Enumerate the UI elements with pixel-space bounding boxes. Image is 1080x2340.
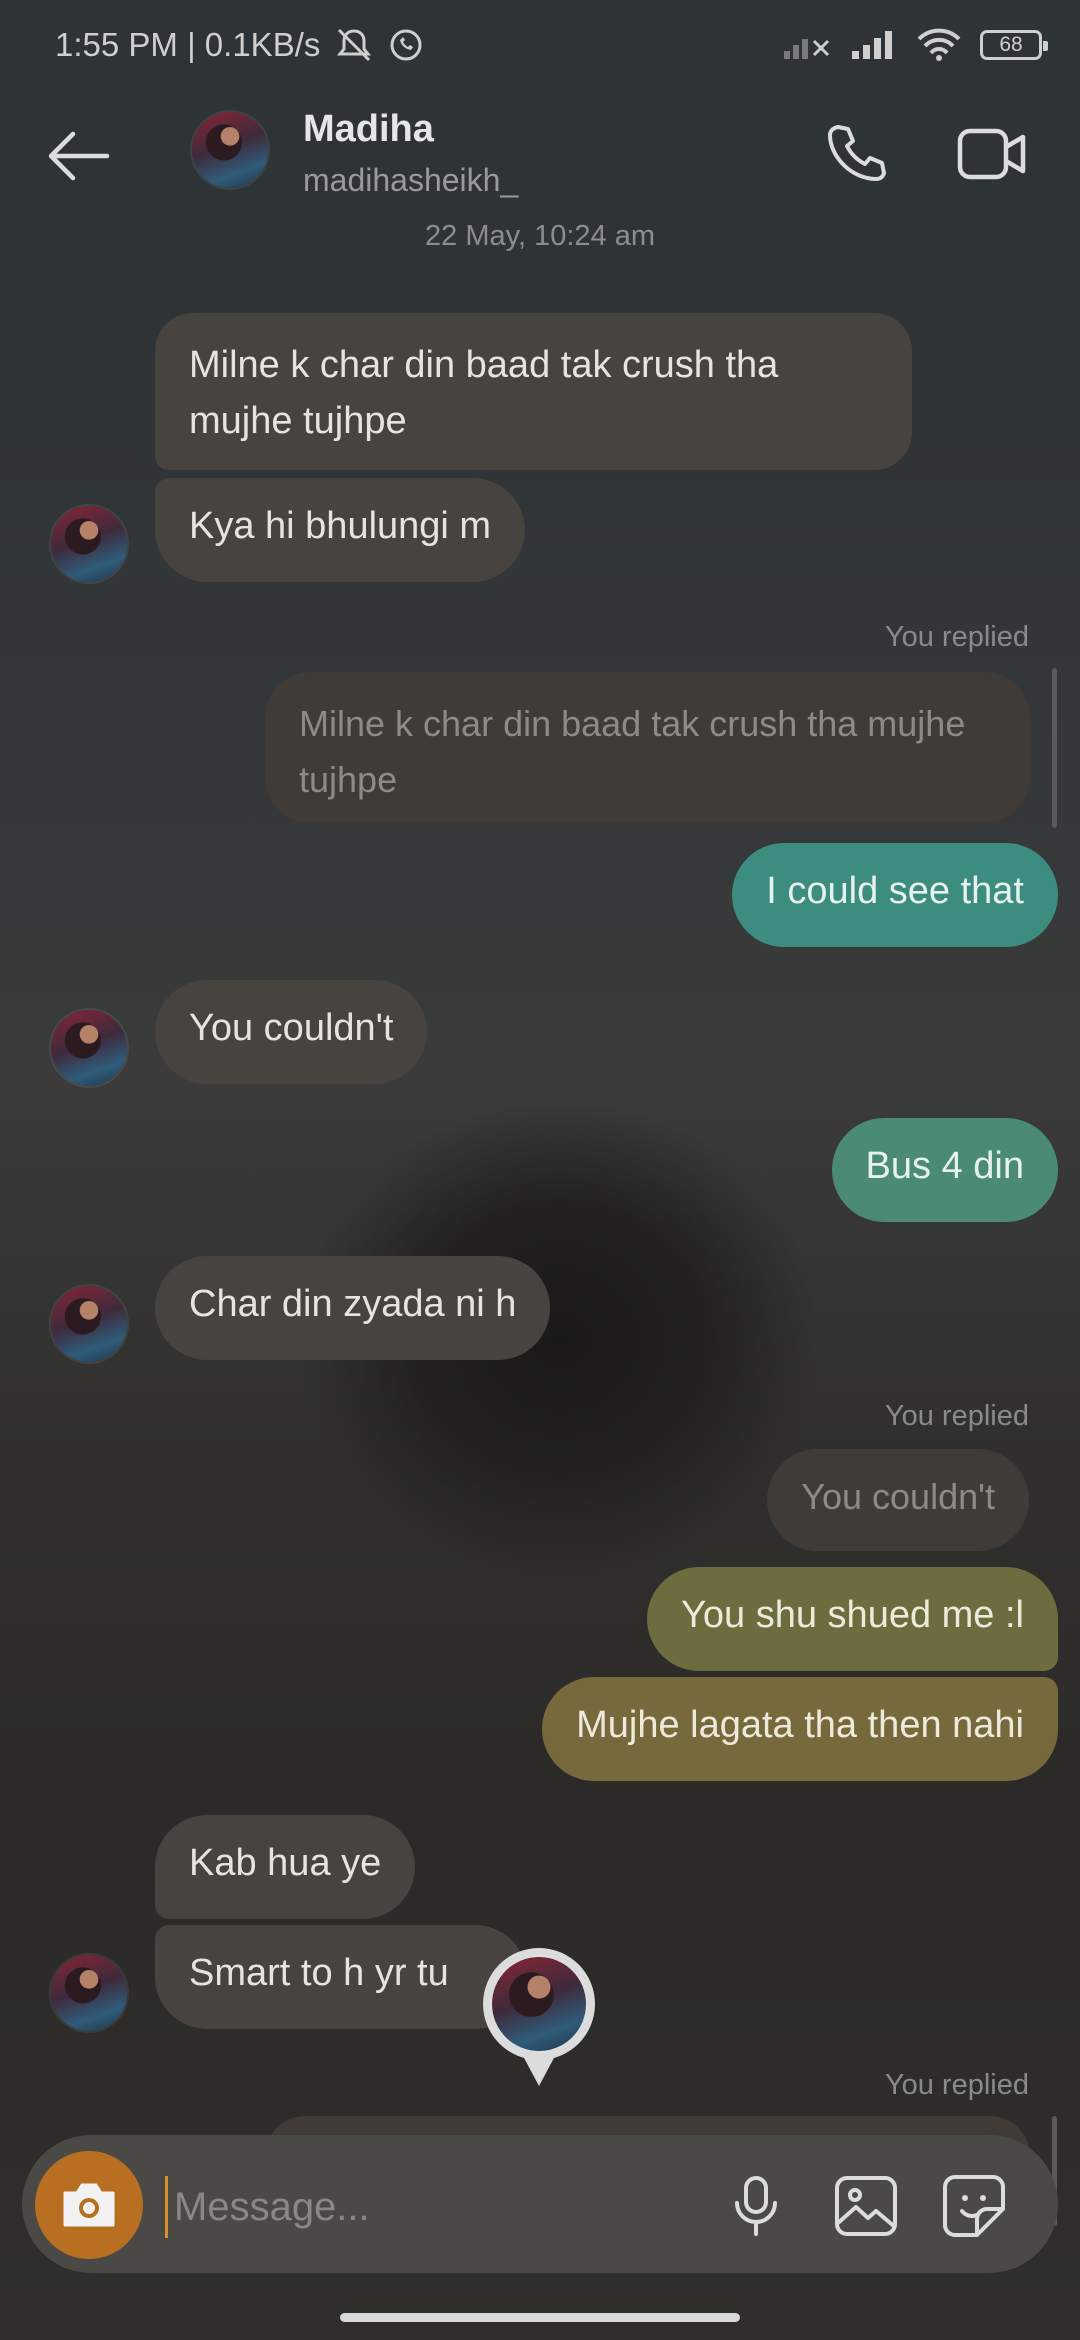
video-call-button[interactable] <box>952 118 1032 190</box>
status-bar-left: 1:55 PM | 0.1KB/s <box>55 26 424 64</box>
floating-chat-head[interactable] <box>483 1948 595 2086</box>
message-bubble-outgoing[interactable]: Bus 4 din <box>831 1118 1058 1222</box>
message-bubble-incoming[interactable]: Kab hua ye <box>155 1815 416 1919</box>
message-bubble-incoming[interactable]: Char din zyada ni h <box>155 1256 551 1360</box>
sticker-button[interactable] <box>934 2166 1014 2246</box>
message-text: You shu shued me :l <box>681 1594 1024 1636</box>
signal-icon <box>852 31 892 59</box>
message-bubble-outgoing[interactable]: Mujhe lagata tha then nahi <box>542 1677 1058 1781</box>
message-text: Bus 4 din <box>865 1145 1024 1187</box>
scroll-indicator <box>1052 668 1057 828</box>
camera-icon <box>63 2183 115 2227</box>
whatsapp-icon <box>390 29 422 61</box>
battery-indicator: 68 <box>980 30 1048 60</box>
reply-preview-bubble[interactable]: Milne k char din baad tak crush tha mujh… <box>265 672 1030 823</box>
voice-call-button[interactable] <box>815 118 895 190</box>
back-button[interactable] <box>36 120 120 192</box>
sender-avatar[interactable] <box>51 1010 127 1086</box>
message-bubble-outgoing[interactable]: I could see that <box>732 843 1058 947</box>
battery-level: 68 <box>999 33 1023 56</box>
you-replied-label: You replied <box>884 621 1029 653</box>
reply-preview-text: You couldn't <box>801 1476 995 1517</box>
header-avatar[interactable] <box>192 112 268 188</box>
gallery-icon <box>835 2176 897 2236</box>
message-text: Smart to h yr tu <box>189 1952 449 1994</box>
message-text: You couldn't <box>189 1007 394 1049</box>
status-time-speed: 1:55 PM | 0.1KB/s <box>55 26 321 63</box>
status-bar-right: 68 <box>782 28 1048 62</box>
message-text: Mujhe lagata tha then nahi <box>576 1704 1024 1746</box>
sender-avatar[interactable] <box>51 506 127 582</box>
date-separator: 22 May, 10:24 am <box>425 220 655 252</box>
message-text: Kab hua ye <box>189 1842 382 1884</box>
camera-button[interactable] <box>35 2151 143 2259</box>
message-input[interactable] <box>165 2176 696 2238</box>
sender-avatar[interactable] <box>51 1955 127 2031</box>
video-call-icon <box>957 128 1026 180</box>
message-bubble-outgoing[interactable]: You shu shued me :l <box>647 1567 1058 1671</box>
chat-head-avatar <box>492 1957 586 2051</box>
message-text: Kya hi bhulungi m <box>189 505 492 547</box>
gallery-button[interactable] <box>826 2166 906 2246</box>
sender-avatar[interactable] <box>51 1286 127 1362</box>
message-bubble-incoming[interactable]: Milne k char din baad tak crush tha mujh… <box>155 313 912 470</box>
message-bubble-incoming[interactable]: Kya hi bhulungi m <box>155 478 526 582</box>
signal-weak-icon <box>784 39 830 59</box>
message-text: Char din zyada ni h <box>189 1283 517 1325</box>
message-text: I could see that <box>766 870 1024 912</box>
wifi-icon <box>917 28 961 61</box>
message-bubble-incoming[interactable]: You couldn't <box>155 980 428 1084</box>
contact-name[interactable]: Madiha <box>303 108 434 151</box>
phone-icon <box>828 125 886 181</box>
reply-preview-text: Milne k char din baad tak crush tha mujh… <box>299 703 966 800</box>
home-indicator[interactable] <box>340 2313 740 2322</box>
you-replied-label: You replied <box>884 1400 1029 1432</box>
reply-preview-bubble[interactable]: You couldn't <box>767 1449 1029 1551</box>
back-arrow-icon <box>48 131 110 181</box>
voice-message-button[interactable] <box>718 2168 794 2244</box>
microphone-icon <box>735 2176 777 2236</box>
sticker-icon <box>943 2175 1005 2237</box>
notifications-muted-icon <box>337 28 372 62</box>
you-replied-label: You replied <box>884 2069 1029 2101</box>
message-text: Milne k char din baad tak crush tha mujh… <box>189 344 779 442</box>
message-bubble-incoming[interactable]: Smart to h yr tu <box>155 1925 527 2029</box>
contact-username[interactable]: madihasheikh_ <box>303 162 518 199</box>
